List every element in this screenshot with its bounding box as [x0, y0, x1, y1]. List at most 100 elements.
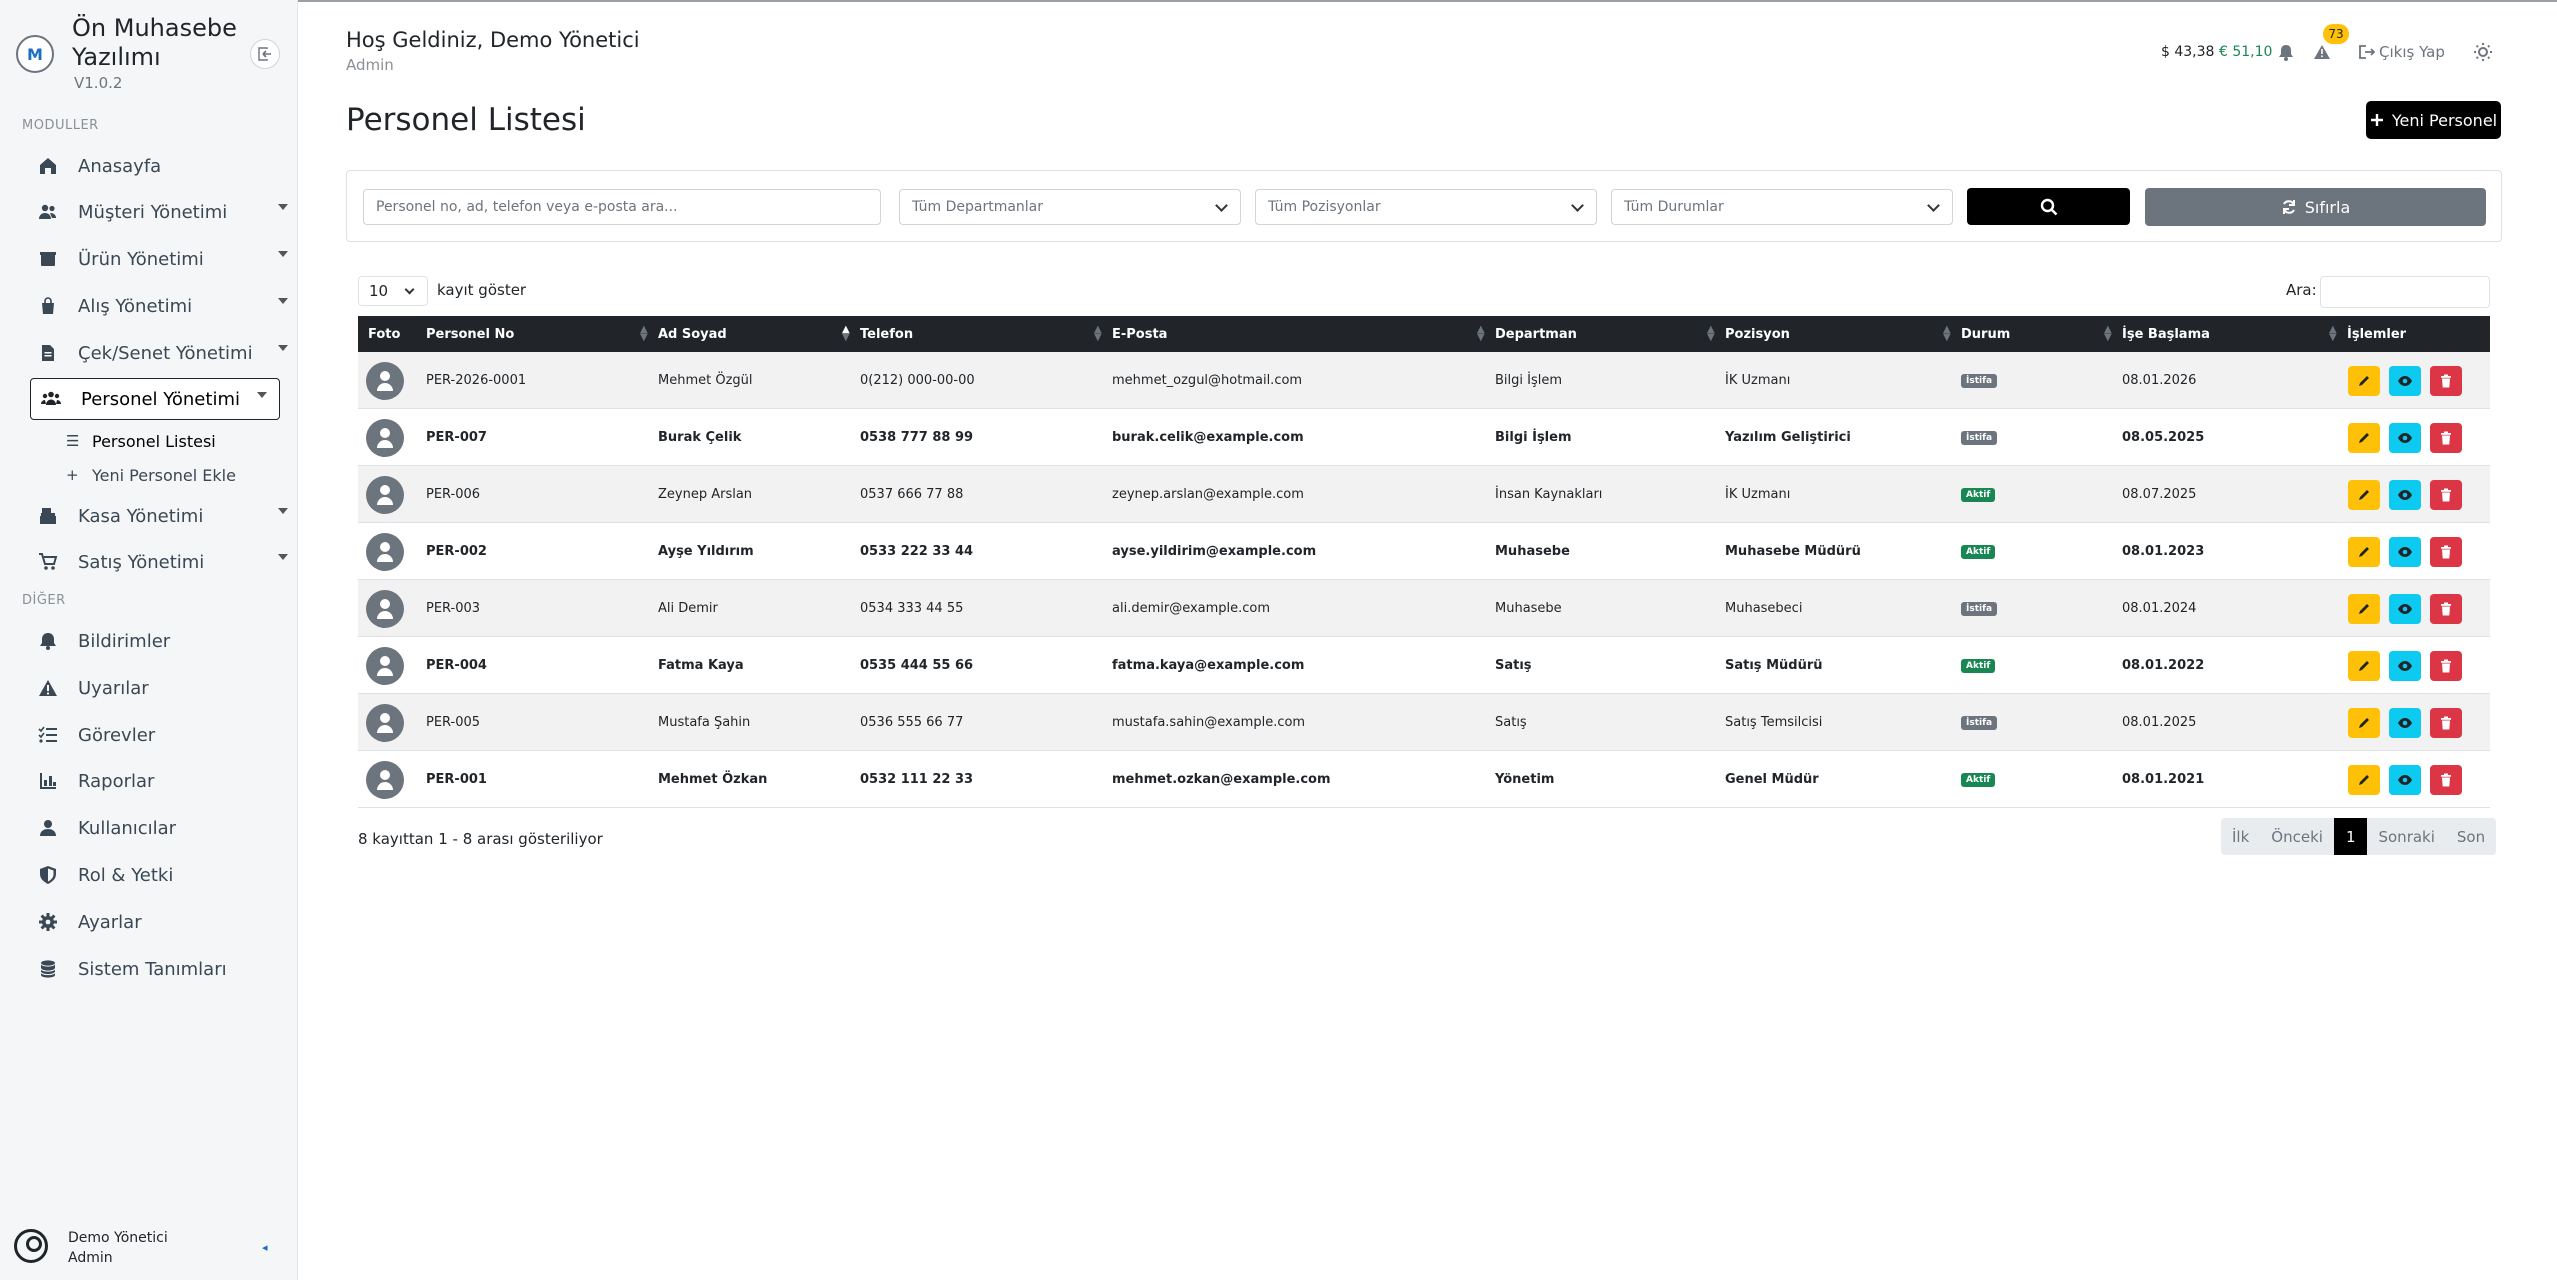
user-role: Admin	[68, 1250, 113, 1266]
column-header-6[interactable]: Departman	[1495, 316, 1577, 352]
sidebar-item-1[interactable]: Anasayfa	[38, 145, 288, 187]
view-button[interactable]	[2389, 593, 2421, 624]
column-header-2[interactable]: Personel No	[426, 316, 514, 352]
view-button[interactable]	[2389, 764, 2421, 795]
alert-button[interactable]	[2313, 40, 2331, 64]
column-header-9[interactable]: İşe Başlama	[2122, 316, 2210, 352]
sidebar-item-7[interactable]: Kasa Yönetimi	[38, 495, 288, 537]
sidebar-subitem-personnel-list[interactable]: ☰ Personel Listesi	[66, 426, 216, 456]
user-profile[interactable]: Demo Yönetici Admin ◂	[14, 1225, 284, 1270]
sidebar-item-label: Uyarılar	[78, 677, 149, 699]
cell-start: 08.01.2024	[2122, 601, 2197, 616]
delete-button[interactable]	[2430, 536, 2462, 567]
delete-button[interactable]	[2430, 593, 2462, 624]
sidebar-item-4[interactable]: Alış Yönetimi	[38, 285, 288, 327]
view-button[interactable]	[2389, 650, 2421, 681]
search-input[interactable]: Personel no, ad, telefon veya e-posta ar…	[363, 189, 881, 225]
sidebar-collapse-button[interactable]	[250, 39, 280, 69]
sidebar-other-item-1[interactable]: Bildirimler	[38, 620, 288, 662]
page-current-button[interactable]: 1	[2333, 818, 2368, 855]
sidebar-other-item-2[interactable]: Uyarılar	[38, 667, 288, 709]
sidebar-item-3[interactable]: Ürün Yönetimi	[38, 238, 288, 280]
view-button[interactable]	[2389, 422, 2421, 453]
edit-button[interactable]	[2348, 365, 2380, 396]
search-button[interactable]	[1967, 188, 2130, 225]
sidebar-item-2[interactable]: Müşteri Yönetimi	[38, 191, 288, 233]
edit-button[interactable]	[2348, 650, 2380, 681]
sidebar-other-item-3[interactable]: Görevler	[38, 714, 288, 756]
view-button[interactable]	[2389, 707, 2421, 738]
cell-pos: İK Uzmanı	[1725, 487, 1791, 502]
sort-icon[interactable]: ▲ ▼	[1094, 325, 1102, 343]
delete-button[interactable]	[2430, 764, 2462, 795]
sidebar-item-6[interactable]: Personel Yönetimi	[30, 378, 280, 420]
column-header-4[interactable]: Telefon	[860, 316, 913, 352]
reset-button[interactable]: Sıfırla	[2145, 188, 2486, 226]
edit-button[interactable]	[2348, 479, 2380, 510]
table-info: 8 kayıttan 1 - 8 arası gösteriliyor	[358, 830, 603, 848]
sort-icon[interactable]: ▲ ▼	[2104, 325, 2112, 343]
sort-icon[interactable]: ▲ ▼	[2329, 325, 2337, 343]
theme-toggle-button[interactable]	[2473, 40, 2493, 64]
delete-button[interactable]	[2430, 365, 2462, 396]
view-button[interactable]	[2389, 479, 2421, 510]
column-header-3[interactable]: Ad Soyad	[658, 316, 727, 352]
column-header-5[interactable]: E-Posta	[1112, 316, 1167, 352]
table-search-input[interactable]	[2320, 276, 2490, 308]
delete-button[interactable]	[2430, 707, 2462, 738]
column-header-10[interactable]: İşlemler	[2347, 316, 2406, 352]
page-prev-button[interactable]: Önceki	[2260, 818, 2334, 855]
sidebar-other-item-7[interactable]: Ayarlar	[38, 901, 288, 943]
sidebar-other-item-8[interactable]: Sistem Tanımları	[38, 948, 288, 990]
sidebar-item-8[interactable]: Satış Yönetimi	[38, 541, 288, 583]
delete-button[interactable]	[2430, 650, 2462, 681]
usd-rate: $ 43,38	[2161, 44, 2215, 60]
sort-icon[interactable]: ▲ ▼	[1943, 325, 1951, 343]
chevron-down-icon	[1215, 199, 1228, 212]
notification-button[interactable]	[2278, 40, 2294, 64]
bag-icon	[42, 297, 54, 314]
page-first-button[interactable]: İlk	[2221, 818, 2260, 855]
sidebar-other-item-6[interactable]: Rol & Yetki	[38, 854, 288, 896]
sidebar-subitem-new-personnel[interactable]: + Yeni Personel Ekle	[66, 460, 236, 490]
sort-icon[interactable]: ▲ ▼	[1477, 325, 1485, 343]
sort-icon[interactable]: ▲ ▼	[842, 325, 850, 343]
sort-icon[interactable]: ▲ ▼	[640, 325, 648, 343]
view-button[interactable]	[2389, 365, 2421, 396]
sidebar-other-item-5[interactable]: Kullanıcılar	[38, 807, 288, 849]
cell-start: 08.01.2025	[2122, 715, 2197, 730]
edit-button[interactable]	[2348, 707, 2380, 738]
delete-button[interactable]	[2430, 479, 2462, 510]
view-button[interactable]	[2389, 536, 2421, 567]
page-length-select[interactable]: 10	[358, 276, 428, 306]
new-personnel-button[interactable]: Yeni Personel	[2366, 101, 2501, 139]
sidebar-other-item-4[interactable]: Raporlar	[38, 760, 288, 802]
column-header-8[interactable]: Durum	[1961, 316, 2010, 352]
sidebar-item-5[interactable]: Çek/Senet Yönetimi	[38, 332, 288, 374]
page-next-button[interactable]: Sonraki	[2367, 818, 2445, 855]
plus-icon	[2370, 114, 2383, 126]
section-label-modules: MODULLER	[22, 118, 99, 133]
warning-icon	[39, 680, 57, 696]
cell-pos: Muhasebe Müdürü	[1725, 544, 1861, 559]
edit-button[interactable]	[2348, 764, 2380, 795]
page-last-button[interactable]: Son	[2446, 818, 2496, 855]
column-header-7[interactable]: Pozisyon	[1725, 316, 1790, 352]
edit-button[interactable]	[2348, 422, 2380, 453]
user-caret-icon[interactable]: ◂	[262, 1241, 268, 1254]
chevron-down-icon	[1927, 199, 1940, 212]
status-select[interactable]: Tüm Durumlar	[1611, 189, 1953, 225]
avatar	[366, 418, 404, 457]
avatar	[366, 532, 404, 571]
department-select[interactable]: Tüm Departmanlar	[899, 189, 1241, 225]
edit-button[interactable]	[2348, 536, 2380, 567]
delete-button[interactable]	[2430, 422, 2462, 453]
cell-dept: Muhasebe	[1495, 601, 1562, 616]
search-icon	[2040, 198, 2057, 215]
edit-button[interactable]	[2348, 593, 2380, 624]
cell-pos: Muhasebeci	[1725, 601, 1803, 616]
position-select[interactable]: Tüm Pozisyonlar	[1255, 189, 1597, 225]
logout-button[interactable]: Çıkış Yap	[2359, 40, 2445, 64]
chart-icon	[40, 773, 56, 789]
sort-icon[interactable]: ▲ ▼	[1707, 325, 1715, 343]
